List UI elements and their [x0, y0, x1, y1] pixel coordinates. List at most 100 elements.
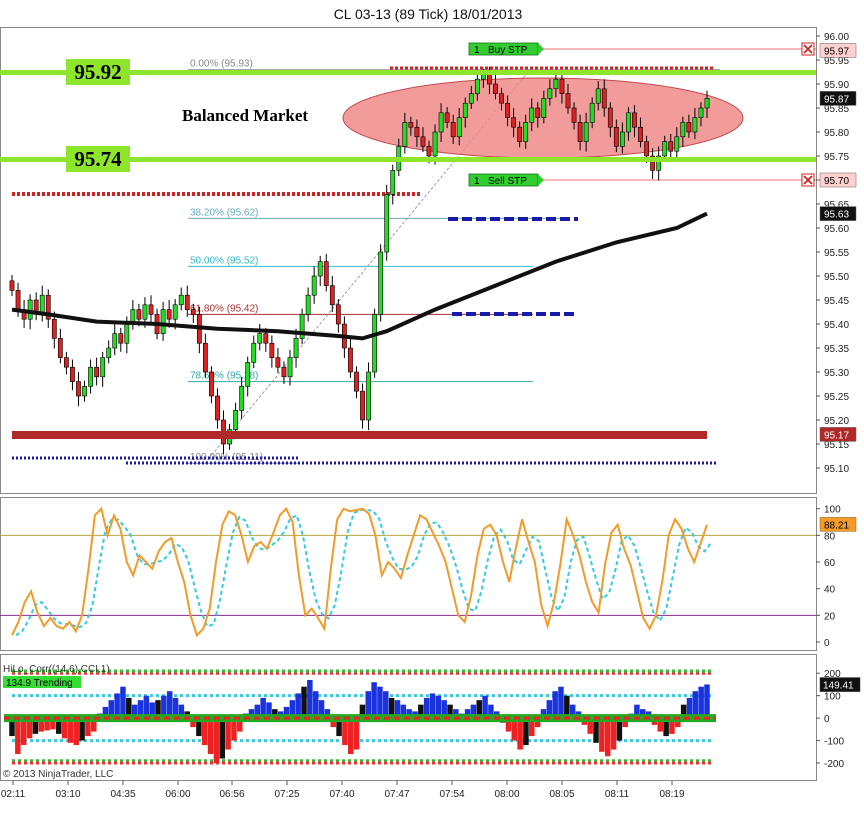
- candle-up: [619, 131, 625, 147]
- hilo-bar-positive: [552, 691, 558, 719]
- candle-up: [372, 314, 378, 373]
- stoch-tick-label: 20: [824, 611, 836, 622]
- hilo-bar-positive: [307, 679, 313, 719]
- candle-down: [136, 309, 142, 320]
- candle-down: [450, 122, 456, 138]
- sell-stop-arrow: [538, 174, 544, 186]
- candle-up: [384, 194, 390, 253]
- candle-down: [263, 333, 269, 344]
- stoch-tick-label: 100: [824, 505, 841, 516]
- candle-down: [335, 304, 341, 325]
- candle-up: [251, 342, 257, 363]
- candle-down: [426, 146, 432, 157]
- candle-up: [583, 122, 589, 142]
- hilo-bar-negative: [225, 718, 231, 750]
- price-tags: 95.97 95.87 95.70 95.63 95.17: [819, 43, 857, 442]
- hilo-bar-negative: [201, 718, 208, 746]
- candle-up: [106, 347, 112, 358]
- level-label-low: 95.74: [74, 147, 122, 171]
- stoch-tick-label: 80: [824, 531, 836, 542]
- chart-title: CL 03-13 (89 Tick) 18/01/2013: [334, 6, 523, 22]
- candle-up: [100, 357, 106, 378]
- ninjatrader-chart[interactable]: CL 03-13 (89 Tick) 18/01/2013 96.00 95.95…: [0, 0, 864, 826]
- candle-down: [360, 390, 365, 421]
- time-tick-label: 07:54: [439, 789, 464, 800]
- candle-down: [281, 366, 287, 378]
- candle-up: [589, 102, 595, 123]
- candle-down: [607, 107, 613, 128]
- hilo-bar-positive: [120, 686, 126, 719]
- candle-down: [94, 366, 100, 378]
- hilo-bar-positive: [698, 686, 704, 719]
- candle-up: [523, 122, 529, 142]
- support-bar[interactable]: [12, 431, 707, 439]
- candle-up: [402, 122, 408, 147]
- price-tag-label: 95.87: [824, 94, 849, 105]
- hilo-bar-negative: [73, 718, 79, 746]
- hilo-bar-positive: [383, 691, 389, 719]
- candle-up: [432, 131, 438, 157]
- hilo-tick-label: 0: [824, 714, 830, 725]
- candle-up: [305, 294, 311, 315]
- candle-up: [462, 102, 468, 118]
- candle-up: [680, 122, 686, 138]
- hilo-bar-negative: [219, 718, 226, 759]
- price-tick-label: 96.00: [824, 32, 849, 43]
- candle-up: [541, 98, 547, 118]
- time-tick-label: 06:56: [219, 789, 244, 800]
- stoch-tick-label: 60: [824, 558, 836, 569]
- candle-up: [438, 112, 444, 133]
- candle-down: [414, 126, 420, 138]
- stoch-tick-label: 40: [824, 585, 836, 596]
- candle-up: [317, 261, 323, 277]
- candle-down: [493, 83, 498, 94]
- candle-down: [487, 74, 492, 85]
- hilo-bar-negative: [353, 718, 360, 750]
- candle-up: [474, 78, 480, 94]
- candle-up: [287, 357, 293, 378]
- buy-stop-label: Buy STP: [488, 45, 528, 56]
- price-tick-label: 95.75: [824, 152, 849, 163]
- price-tag-label: 95.63: [824, 210, 849, 221]
- stoch-tick-label: 0: [824, 638, 830, 649]
- candle-up: [172, 304, 178, 320]
- candle-down: [148, 304, 154, 315]
- candle-down: [51, 318, 57, 339]
- time-tick-label: 08:19: [659, 789, 684, 800]
- candle-up: [82, 386, 87, 397]
- chart-canvas[interactable]: CL 03-13 (89 Tick) 18/01/2013 96.0095.95…: [0, 0, 864, 826]
- candle-down: [559, 78, 565, 94]
- candle-up: [88, 366, 93, 387]
- price-tick-label: 95.50: [824, 272, 849, 283]
- price-tick-label: 95.60: [824, 224, 849, 235]
- candle-down: [535, 107, 541, 118]
- stoch-value-label: 88.21: [824, 520, 849, 531]
- candle-down: [215, 395, 220, 421]
- candle-down: [166, 309, 172, 320]
- stochastic-axis: 100 80 60 40 20 0: [0, 505, 841, 649]
- candle-down: [686, 122, 692, 133]
- hilo-bar-positive: [312, 691, 319, 719]
- hilo-status-label: 134.9 Trending: [6, 678, 73, 689]
- stochastic-panel-border: [0, 497, 817, 651]
- candle-up: [626, 112, 631, 133]
- hilo-bar-negative: [517, 718, 523, 750]
- candle-down: [644, 141, 649, 157]
- candle-up: [378, 251, 384, 315]
- time-tick-label: 02:11: [1, 789, 26, 800]
- balanced-market-label: Balanced Market: [182, 106, 308, 125]
- candle-down: [76, 381, 81, 397]
- stoch-k-line: [11, 506, 708, 638]
- hilo-bar-negative: [20, 718, 27, 746]
- candle-up: [547, 88, 553, 99]
- candle-down: [499, 93, 504, 104]
- candle-down: [638, 126, 643, 142]
- candle-up: [674, 136, 680, 152]
- candle-up: [142, 304, 148, 320]
- price-tick-label: 95.55: [824, 248, 849, 259]
- hilo-bar-negative: [207, 718, 214, 755]
- candle-down: [118, 333, 124, 344]
- candle-up: [468, 93, 474, 104]
- candle-up: [178, 294, 184, 306]
- candle-down: [190, 309, 196, 315]
